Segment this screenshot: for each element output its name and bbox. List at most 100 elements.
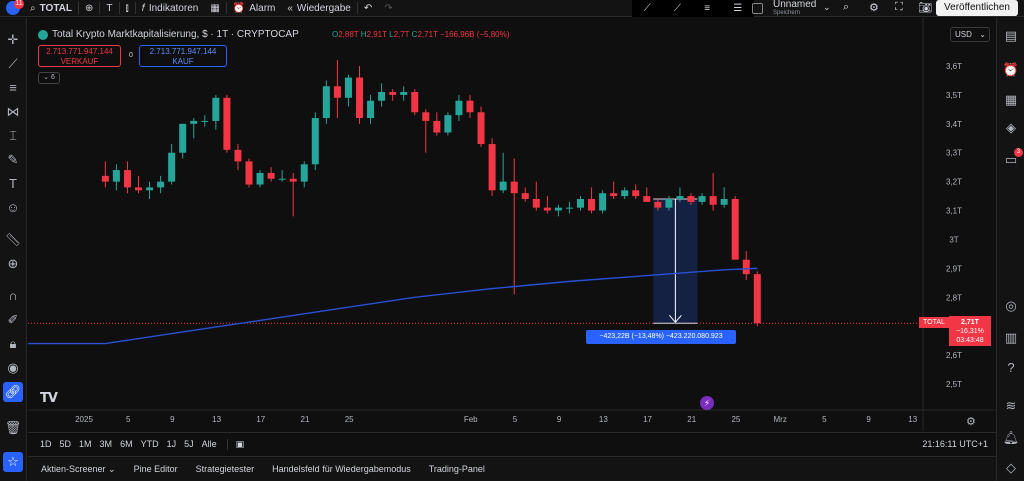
eye-icon[interactable]: ◉ — [3, 358, 23, 378]
chart-area[interactable]: 3,6T 3,5T 3,4T 3,3T 3,2T 3,1T 3T 2,9T 2,8T 2,6T 2,… — [28, 18, 996, 431]
x-tick-label: 13 — [908, 415, 917, 424]
buy-button[interactable]: 2.713.771.947.144 KAUF — [139, 45, 227, 67]
bottom-panel-tabs: Aktien-Screener ⌄ Pine Editor Strategiet… — [28, 456, 996, 481]
layout-name[interactable]: Unnamed Speichern — [773, 0, 816, 18]
publish-button[interactable]: Veröffentlichen — [936, 0, 1018, 16]
notifications-bell-icon[interactable]: 🔔︎ — [1001, 428, 1021, 448]
timeframe-3m[interactable]: 3M — [96, 439, 117, 449]
y-tick-label: 3,4T — [946, 120, 962, 129]
candle-up — [554, 207, 562, 211]
replay-button[interactable]: « Wiedergabe — [281, 0, 356, 17]
y-tick-label: 3T — [949, 235, 958, 244]
brush-tool-icon[interactable]: ✎ — [3, 150, 23, 170]
candle-type-button[interactable]: ⫾ — [120, 0, 135, 17]
tab-stock-screener[interactable]: Aktien-Screener ⌄ — [32, 464, 125, 475]
indicators-button[interactable]: 𝑓 Indikatoren — [136, 0, 205, 17]
tab-pine-editor[interactable]: Pine Editor — [125, 464, 187, 474]
data-window-icon[interactable]: ▦ — [1001, 90, 1021, 110]
pine-icon[interactable]: ◇ — [1001, 458, 1021, 478]
lock-icon[interactable]: 🔒︎ — [3, 334, 23, 354]
indicator-count: 6 — [50, 74, 55, 81]
axis-settings-gear-icon[interactable]: ⚙ — [966, 415, 976, 428]
timeframe-1y[interactable]: 1J — [163, 439, 181, 449]
candle-down — [477, 112, 485, 145]
symbol-price-label: TOTAL — [919, 317, 949, 328]
tab-replay-trading[interactable]: Handelsfeld für Wiedergabemodus — [263, 464, 420, 474]
tab-trading-panel[interactable]: Trading-Panel — [420, 464, 494, 474]
timeframe-all[interactable]: Alle — [198, 439, 221, 449]
target-icon[interactable]: ◎ — [1001, 296, 1021, 316]
candle-down — [521, 193, 529, 199]
date-range-calendar-icon[interactable]: ▣ — [226, 438, 249, 450]
interval-button[interactable]: T — [100, 0, 118, 17]
magnet-icon[interactable]: ∩ — [3, 286, 23, 306]
help-icon[interactable]: ? — [1001, 358, 1021, 378]
camera-icon[interactable]: 📷︎ — [918, 1, 932, 14]
fib-icon[interactable]: ≡ — [704, 3, 710, 14]
layers-icon[interactable]: ◈ — [1001, 118, 1021, 138]
compare-button[interactable]: ⊕ — [79, 0, 99, 17]
alarm-button[interactable]: ⏰ Alarm — [227, 0, 282, 17]
favorites-star-icon[interactable]: ☆ — [3, 452, 23, 472]
calendar-icon[interactable]: ▥ — [1001, 328, 1021, 348]
timeframe-5y[interactable]: 5J — [180, 439, 198, 449]
templates-button[interactable]: ▦ — [204, 0, 225, 17]
crosshair-icon[interactable]: ✛ — [3, 30, 23, 50]
watchlist-icon[interactable]: ▤ — [1001, 26, 1021, 46]
settings-gear-icon[interactable]: ⚙ — [869, 1, 879, 14]
chat-icon[interactable]: ▭ 3 — [1001, 148, 1023, 170]
fullscreen-icon[interactable]: ⛶ — [895, 1, 903, 14]
x-tick-label: 25 — [731, 415, 740, 424]
tab-strategy-tester[interactable]: Strategietester — [187, 464, 264, 474]
y-tick-label: 2,9T — [946, 264, 962, 273]
trend-line-tool-icon[interactable]: ⟋ — [3, 54, 23, 74]
alerts-clock-icon[interactable]: ⏰ — [1001, 60, 1021, 80]
undo-button[interactable]: ↶ — [358, 0, 378, 17]
symbol-label: TOTAL — [39, 2, 73, 14]
symbol-search[interactable]: ⌕ TOTAL — [24, 0, 78, 17]
candle-down — [466, 100, 474, 113]
clock[interactable]: 21:16:11 UTC+1 — [922, 439, 988, 449]
trend-line-icon[interactable]: ⟋ — [644, 3, 651, 14]
candle-up — [565, 207, 573, 209]
drawing-toolbar: ✛ ⟋ ≡ ⋈ ⌶ ✎ T ☺ 📏︎ ⊕ ∩ ✐ 🔒︎ ◉ 🔗︎ 🗑︎ ☆ — [0, 18, 27, 481]
sell-button[interactable]: 2.713.771.947.144 VERKAUF — [38, 45, 121, 67]
quick-search-icon[interactable]: ⌕ — [843, 1, 849, 14]
timeframe-ytd[interactable]: YTD — [137, 439, 163, 449]
timeframe-5d[interactable]: 5D — [56, 439, 76, 449]
candle-down — [543, 207, 551, 211]
tradingview-logo[interactable]: 𝗧𝗩 — [40, 390, 58, 406]
timeframe-1m[interactable]: 1M — [75, 439, 96, 449]
alarm-clock-icon: ⏰ — [232, 2, 246, 14]
indicators-toggle[interactable]: ⌄ 6 — [38, 72, 60, 84]
link-icon[interactable]: 🔗︎ — [3, 382, 23, 402]
layout-checkbox[interactable] — [752, 3, 763, 14]
candle-up — [212, 97, 220, 121]
timeframe-1d[interactable]: 1D — [36, 439, 56, 449]
layout-menu-chevron-icon[interactable]: ⌄ — [823, 2, 831, 13]
trash-icon[interactable]: 🗑︎ — [3, 418, 23, 438]
channel-icon[interactable]: ☰ — [733, 3, 742, 14]
candle-up — [157, 181, 165, 188]
open-value: 2,88T — [338, 30, 359, 39]
ruler-icon[interactable]: 📏︎ — [3, 230, 23, 250]
ray-icon[interactable]: ⟋ — [674, 3, 681, 14]
lock-drawing-icon[interactable]: ✐ — [3, 310, 23, 330]
price-chart[interactable]: 3,6T 3,5T 3,4T 3,3T 3,2T 3,1T 3T 2,9T 2,8T 2,6T 2,… — [28, 18, 996, 431]
pattern-tool-icon[interactable]: ⋈ — [3, 102, 23, 122]
timeframe-6m[interactable]: 6M — [116, 439, 137, 449]
zoom-in-icon[interactable]: ⊕ — [3, 254, 23, 274]
sell-price: 2.713.771.947.144 — [46, 47, 113, 56]
currency-select[interactable]: USD ⌄ — [950, 27, 990, 42]
close-value: 2,71T — [417, 30, 438, 39]
chart-legend-title[interactable]: Total Krypto Marktkapitalisierung, $ · 1… — [38, 29, 299, 40]
stream-icon[interactable]: ≋ — [1001, 396, 1021, 416]
user-avatar[interactable]: 11 — [4, 0, 24, 17]
text-tool-icon[interactable]: T — [3, 174, 23, 194]
redo-button[interactable]: ↷ — [378, 0, 398, 17]
candle-down — [588, 198, 596, 211]
lightning-icon[interactable]: ⚡ — [700, 396, 714, 410]
emoji-tool-icon[interactable]: ☺ — [3, 198, 23, 218]
fib-tool-icon[interactable]: ≡ — [3, 78, 23, 98]
projection-tool-icon[interactable]: ⌶ — [3, 126, 23, 146]
